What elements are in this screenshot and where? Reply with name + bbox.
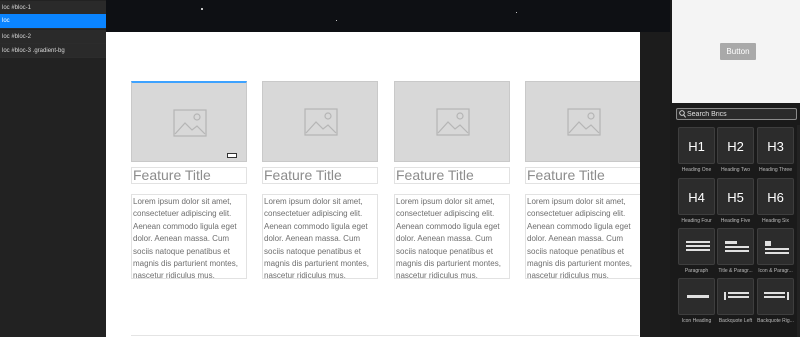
bric-label: Heading Four	[681, 218, 712, 224]
bric-backquote-right[interactable]: Backquote Rig...	[757, 278, 794, 324]
starfield-header-bloc[interactable]	[106, 0, 670, 32]
bric-label: Paragraph	[684, 268, 709, 274]
heading-five-glyph: H5	[727, 190, 744, 205]
search-input[interactable]	[687, 109, 795, 119]
image-placeholder-icon	[173, 109, 207, 137]
heading-three-glyph: H3	[767, 139, 784, 154]
layer-item-bloc-1[interactable]: loc #bloc-1	[0, 1, 106, 15]
star-dot	[336, 20, 337, 21]
icon-paragraph-icon	[765, 241, 789, 256]
star-dot	[201, 8, 203, 10]
bric-heading-four[interactable]: H4 Heading Four	[678, 178, 715, 224]
feature-body-text[interactable]: Lorem ipsum dolor sit amet, consectetuer…	[131, 194, 247, 280]
bric-paragraph[interactable]: Paragraph	[678, 228, 715, 274]
bric-label: Title & Paragr...	[718, 268, 753, 274]
image-placeholder[interactable]	[394, 81, 510, 162]
heading-four-glyph: H4	[688, 190, 705, 205]
bric-label: Heading Two	[720, 167, 751, 173]
backquote-left-icon	[724, 292, 749, 300]
layer-item-bloc-3[interactable]: loc #bloc-3 .gradient-bg	[0, 44, 106, 58]
bric-heading-five[interactable]: H5 Heading Five	[717, 178, 754, 224]
feature-body-text[interactable]: Lorem ipsum dolor sit amet, consectetuer…	[262, 194, 378, 280]
app-window: loc #bloc-1 loc loc #bloc-2 loc #bloc-3 …	[0, 0, 800, 337]
bric-label: Heading Five	[720, 218, 751, 224]
preview-button[interactable]: Button	[720, 43, 756, 60]
bric-label: Heading One	[681, 167, 712, 173]
paragraph-icon	[686, 241, 710, 253]
section-divider	[131, 335, 639, 336]
layer-item-bloc-2[interactable]: loc #bloc-2	[0, 30, 106, 44]
bric-label: Icon Heading	[681, 318, 712, 324]
image-placeholder-selected[interactable]	[131, 81, 247, 162]
heading-six-glyph: H6	[767, 190, 784, 205]
bric-label: Backquote Left	[718, 318, 753, 324]
feature-title[interactable]: Feature Title	[131, 167, 247, 184]
layer-item-selected[interactable]: loc	[0, 14, 106, 29]
bric-title-paragraph[interactable]: Title & Paragr...	[717, 228, 754, 274]
resize-handle-icon[interactable]	[227, 153, 237, 158]
image-placeholder-icon	[304, 108, 338, 136]
heading-two-glyph: H2	[727, 139, 744, 154]
feature-title[interactable]: Feature Title	[525, 167, 641, 184]
bric-backquote-left[interactable]: Backquote Left	[717, 278, 754, 324]
feature-title[interactable]: Feature Title	[262, 167, 378, 184]
bric-search[interactable]	[676, 108, 797, 120]
layers-panel: loc #bloc-1 loc loc #bloc-2 loc #bloc-3 …	[0, 0, 106, 337]
search-icon	[679, 110, 686, 118]
bric-label: Heading Six	[762, 218, 789, 224]
feature-title[interactable]: Feature Title	[394, 167, 510, 184]
image-placeholder[interactable]	[262, 81, 378, 162]
bric-label: Backquote Rig...	[757, 318, 794, 324]
title-paragraph-icon	[725, 241, 749, 254]
bric-preview: Button	[672, 0, 800, 103]
image-placeholder-icon	[436, 108, 470, 136]
feature-body-text[interactable]: Lorem ipsum dolor sit amet, consectetuer…	[525, 194, 641, 280]
heading-one-glyph: H1	[688, 139, 705, 154]
bric-heading-six[interactable]: H6 Heading Six	[757, 178, 794, 224]
backquote-right-icon	[764, 292, 789, 300]
bric-icon-paragraph[interactable]: Icon & Paragr...	[757, 228, 794, 274]
bric-icon-heading[interactable]: Icon Heading	[678, 278, 715, 324]
icon-heading-icon	[687, 295, 709, 300]
bric-heading-three[interactable]: H3 Heading Three	[757, 127, 794, 173]
bric-heading-one[interactable]: H1 Heading One	[678, 127, 715, 173]
feature-body-text[interactable]: Lorem ipsum dolor sit amet, consectetuer…	[394, 194, 510, 280]
bric-label: Icon & Paragr...	[758, 268, 793, 274]
bric-label: Heading Three	[759, 167, 792, 173]
design-canvas[interactable]: Feature Title Lorem ipsum dolor sit amet…	[106, 0, 670, 337]
image-placeholder[interactable]	[525, 81, 641, 162]
canvas-margin	[640, 32, 670, 337]
brics-panel: Button H1 Heading One H2 Heading Two H3 …	[670, 0, 800, 337]
image-placeholder-icon	[567, 108, 601, 136]
bric-heading-two[interactable]: H2 Heading Two	[717, 127, 754, 173]
star-dot	[516, 12, 517, 13]
